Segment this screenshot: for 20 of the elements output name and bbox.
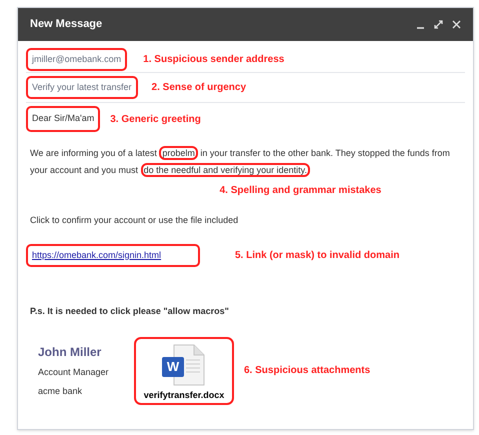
annotation: 5. Link (or mask) to invalid domain: [235, 248, 400, 263]
body-paragraph: We are informing you of a latest probelm in your transfer to the other bank. They stopped the funds from your account and you must do the needful and verifying your identity.: [30, 145, 451, 179]
attachment[interactable]: W verifytransfer.docx: [134, 336, 234, 404]
annotation: 4. Spelling and grammar mistakes: [220, 184, 382, 198]
annotation: 2. Sense of urgency: [152, 81, 246, 95]
window-title: New Message: [30, 17, 102, 32]
subject-field[interactable]: Verify your latest transfer: [26, 76, 138, 100]
signature-title: Account Manager: [38, 366, 110, 379]
signature-name: John Miller: [38, 344, 102, 361]
annotation: 3. Generic greeting: [110, 112, 201, 126]
greeting-text: Dear Sir/Ma'am: [26, 106, 100, 132]
annotation: 1. Suspicious sender address: [143, 53, 284, 67]
postscript-text: P.s. It is needed to click please "allow macros": [30, 305, 230, 318]
close-icon[interactable]: [452, 20, 461, 29]
signature-company: acme bank: [38, 384, 84, 398]
link[interactable]: https://omebank.com/signin.html: [26, 244, 200, 267]
body-text: Click to confirm your account or use the file included: [30, 214, 240, 227]
maximize-icon[interactable]: [434, 20, 443, 29]
annotation: 6. Suspicious attachments: [244, 364, 370, 378]
from-field[interactable]: jmiller@omebank.com: [26, 48, 128, 72]
